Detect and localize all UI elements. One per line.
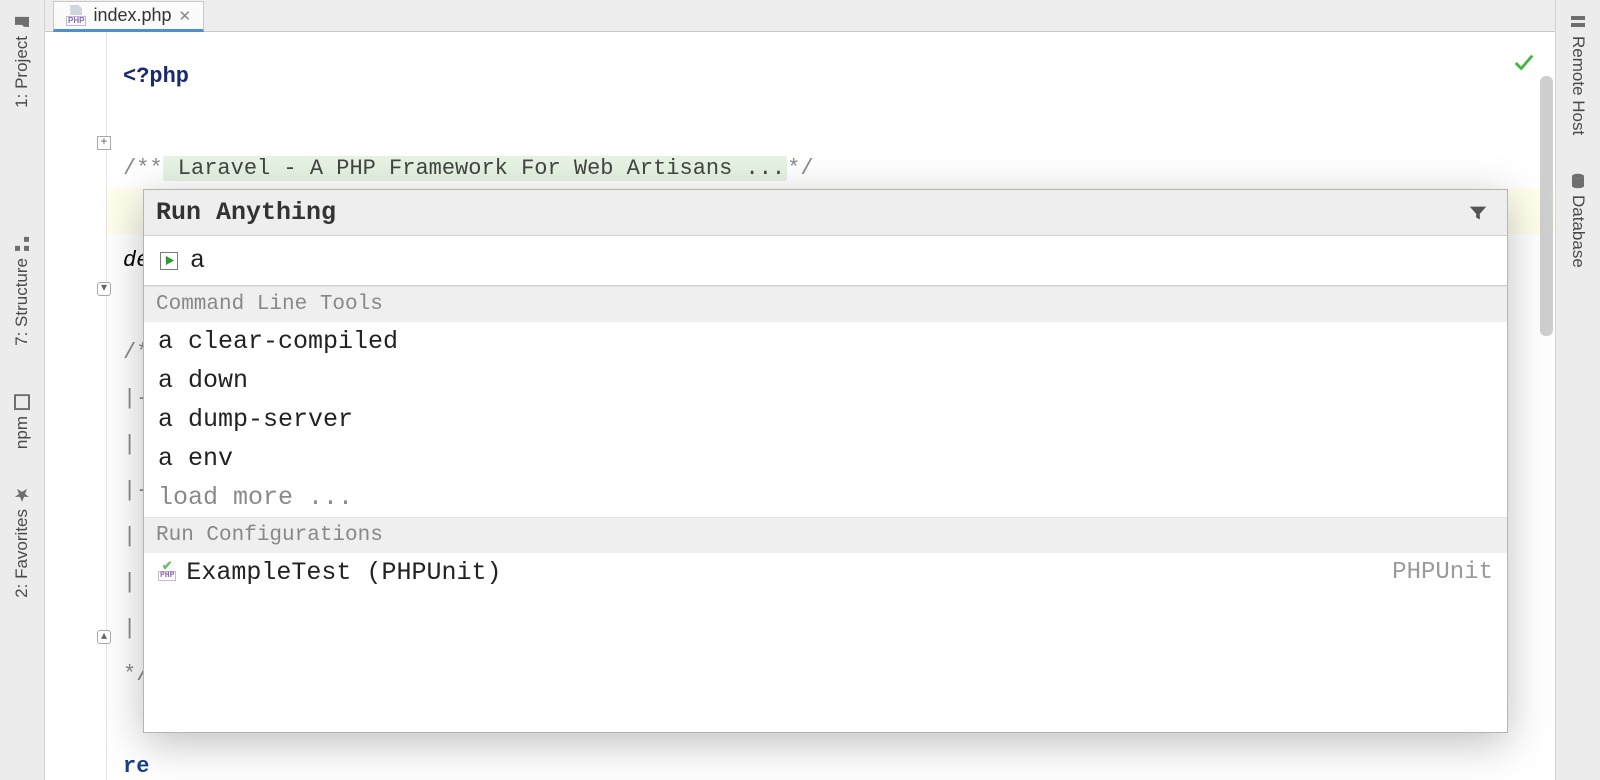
popup-title: Run Anything xyxy=(156,198,336,227)
project-tool-button[interactable]: 1: Project xyxy=(12,10,32,112)
tab-index-php[interactable]: PHP index.php ✕ xyxy=(53,1,204,32)
code-token: | xyxy=(123,524,136,549)
remote-host-icon xyxy=(1570,14,1586,30)
right-tool-rail: Remote Host Database xyxy=(1555,0,1600,780)
npm-icon xyxy=(14,394,30,410)
cli-result-item[interactable]: a down xyxy=(144,361,1507,400)
run-anything-popup: Run Anything Command Line Tools a clear-… xyxy=(143,189,1508,733)
close-icon[interactable]: ✕ xyxy=(179,7,192,25)
code-token: | xyxy=(123,570,136,595)
folder-icon xyxy=(14,14,30,30)
structure-icon xyxy=(14,236,30,252)
code-token: /** xyxy=(123,156,163,181)
left-tool-rail: 1: Project 7: Structure npm 2: Favorites xyxy=(0,0,45,780)
filter-icon[interactable] xyxy=(1467,202,1489,224)
run-config-item[interactable]: ✔PHP ExampleTest (PHPUnit) PHPUnit xyxy=(144,553,1507,592)
cli-result-item[interactable]: a dump-server xyxy=(144,400,1507,439)
remote-host-tool-button[interactable]: Remote Host xyxy=(1568,10,1588,139)
code-editor[interactable]: + ▾ ▴ <?php /** Laravel - A PHP Framewor… xyxy=(45,32,1555,780)
editor-tab-bar: PHP index.php ✕ xyxy=(45,0,1555,32)
run-config-type: PHPUnit xyxy=(1392,559,1493,586)
cli-result-item[interactable]: a env xyxy=(144,439,1507,478)
database-tool-button[interactable]: Database xyxy=(1568,169,1588,272)
structure-tool-button[interactable]: 7: Structure xyxy=(12,232,32,350)
run-config-label: ExampleTest (PHPUnit) xyxy=(186,558,501,587)
fold-toggle-icon[interactable]: ▴ xyxy=(97,630,111,644)
load-more-link[interactable]: load more ... xyxy=(144,478,1507,517)
structure-tool-label: 7: Structure xyxy=(12,258,32,346)
phpunit-icon: ✔PHP xyxy=(158,564,176,581)
code-token: Laravel - A PHP Framework For Web Artisa… xyxy=(163,156,788,181)
editor-scrollbar[interactable] xyxy=(1540,76,1553,336)
editor-gutter: + ▾ ▴ xyxy=(45,32,107,780)
run-icon xyxy=(160,252,178,270)
run-anything-input[interactable] xyxy=(190,246,1491,275)
code-token: <?php xyxy=(123,64,189,89)
php-file-icon: PHP xyxy=(66,5,86,26)
database-label: Database xyxy=(1568,195,1588,268)
code-token: | xyxy=(123,432,136,457)
fold-toggle-icon[interactable]: ▾ xyxy=(97,282,111,296)
npm-tool-label: npm xyxy=(12,416,32,449)
star-icon xyxy=(14,487,30,503)
fold-toggle-icon[interactable]: + xyxy=(97,136,111,150)
code-token: */ xyxy=(787,156,813,181)
npm-tool-button[interactable]: npm xyxy=(12,390,32,453)
remote-host-label: Remote Host xyxy=(1568,36,1588,135)
code-token: re xyxy=(123,754,149,779)
favorites-tool-button[interactable]: 2: Favorites xyxy=(12,483,32,602)
code-token: | xyxy=(123,616,136,641)
favorites-tool-label: 2: Favorites xyxy=(12,509,32,598)
cli-result-item[interactable]: a clear-compiled xyxy=(144,322,1507,361)
popup-search-row xyxy=(144,235,1507,286)
tab-label: index.php xyxy=(93,5,171,26)
database-icon xyxy=(1570,173,1586,189)
section-header-configs: Run Configurations xyxy=(144,517,1507,553)
project-tool-label: 1: Project xyxy=(12,36,32,108)
analysis-ok-icon xyxy=(1513,52,1535,74)
section-header-cli: Command Line Tools xyxy=(144,286,1507,322)
